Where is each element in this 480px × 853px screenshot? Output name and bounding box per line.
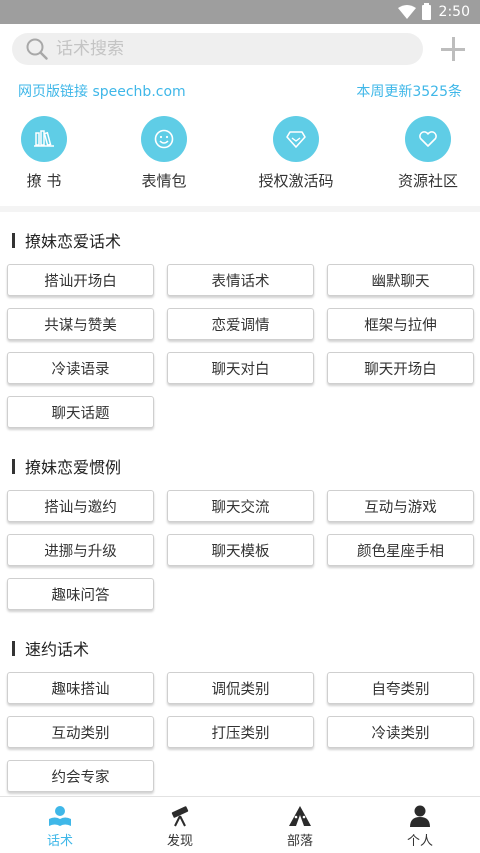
tag-button[interactable]: 恋爱调情	[167, 308, 314, 340]
section-title-text: 速约话术	[25, 640, 90, 659]
search-bar[interactable]	[12, 33, 423, 65]
diamond-icon	[273, 116, 319, 162]
tag-button[interactable]: 搭讪与邀约	[7, 490, 154, 522]
search-input[interactable]	[56, 39, 386, 59]
web-version-link[interactable]: 网页版链接 speechb.com	[18, 81, 186, 101]
status-time: 2:50	[438, 4, 470, 20]
tag-button[interactable]: 调侃类别	[167, 672, 314, 704]
battery-icon	[421, 2, 431, 20]
tab-tribe[interactable]: 部落	[240, 797, 360, 853]
tag-button[interactable]: 表情话术	[167, 264, 314, 296]
section-marker	[12, 458, 15, 474]
shortcut-stickers-label: 表情包	[141, 172, 187, 190]
wifi-icon	[397, 5, 416, 19]
tab-label: 发现	[166, 834, 193, 849]
content-area: 撩妹恋爱话术 搭讪开场白 表情话术 幽默聊天 共谋与赞美 恋爱调情 框架与拉伸 …	[0, 212, 480, 796]
tag-button[interactable]: 聊天模板	[167, 534, 314, 566]
section-marker	[12, 232, 15, 248]
section-title-quick-dating: 速约话术	[12, 636, 89, 660]
tag-button[interactable]: 共谋与赞美	[7, 308, 154, 340]
tag-button[interactable]: 互动类别	[7, 716, 154, 748]
tag-button[interactable]: 颜色星座手相	[327, 534, 474, 566]
tag-button[interactable]: 框架与拉伸	[327, 308, 474, 340]
tag-button[interactable]: 幽默聊天	[327, 264, 474, 296]
tag-button[interactable]: 自夸类别	[327, 672, 474, 704]
tag-button[interactable]: 互动与游戏	[327, 490, 474, 522]
bottom-tab-bar: 话术 发现 部落 个人	[0, 796, 480, 853]
status-bar: 2:50	[0, 0, 480, 24]
header: 网页版链接 speechb.com 本周更新3525条 撩 书 表情包	[0, 24, 480, 206]
telescope-icon	[171, 806, 189, 827]
shortcut-resource-community-label: 资源社区	[397, 172, 458, 190]
tab-label: 部落	[286, 834, 313, 849]
section-title-text: 撩妹恋爱惯例	[25, 458, 122, 477]
tag-button[interactable]: 进挪与升级	[7, 534, 154, 566]
section-marker	[12, 640, 15, 656]
tag-button[interactable]: 聊天开场白	[327, 352, 474, 384]
section-title-flirting-talk: 撩妹恋爱话术	[12, 228, 121, 252]
tab-scripts[interactable]: 话术	[0, 797, 120, 853]
shortcut-activation-code[interactable]: 授权激活码	[248, 116, 344, 191]
shortcut-books[interactable]: 撩 书	[0, 116, 92, 191]
shortcut-resource-community[interactable]: 资源社区	[380, 116, 476, 191]
section-title-flirting-routines: 撩妹恋爱惯例	[12, 454, 121, 478]
tab-discover[interactable]: 发现	[120, 797, 240, 853]
tab-profile[interactable]: 个人	[360, 797, 480, 853]
tag-button[interactable]: 打压类别	[167, 716, 314, 748]
tent-icon	[289, 806, 311, 826]
tag-button[interactable]: 冷读类别	[327, 716, 474, 748]
person-icon	[410, 805, 430, 827]
reader-icon	[49, 806, 71, 826]
tag-button[interactable]: 约会专家	[7, 760, 154, 792]
tag-button[interactable]: 冷读语录	[7, 352, 154, 384]
tag-button[interactable]: 聊天话题	[7, 396, 154, 428]
smiley-icon	[141, 116, 187, 162]
tag-button[interactable]: 趣味搭讪	[7, 672, 154, 704]
shortcut-books-label: 撩 书	[26, 172, 62, 190]
tag-button[interactable]: 趣味问答	[7, 578, 154, 610]
tag-button[interactable]: 聊天交流	[167, 490, 314, 522]
section-title-text: 撩妹恋爱话术	[25, 232, 122, 251]
add-icon[interactable]	[440, 36, 466, 62]
tag-button[interactable]: 聊天对白	[167, 352, 314, 384]
heart-icon	[405, 116, 451, 162]
tab-label: 话术	[46, 834, 73, 849]
tab-label: 个人	[406, 834, 433, 849]
shortcut-activation-code-label: 授权激活码	[258, 172, 334, 190]
tag-button[interactable]: 搭讪开场白	[7, 264, 154, 296]
books-icon	[21, 116, 67, 162]
weekly-update-text: 本周更新3525条	[356, 84, 462, 100]
search-icon	[26, 38, 48, 60]
shortcut-stickers[interactable]: 表情包	[116, 116, 212, 191]
